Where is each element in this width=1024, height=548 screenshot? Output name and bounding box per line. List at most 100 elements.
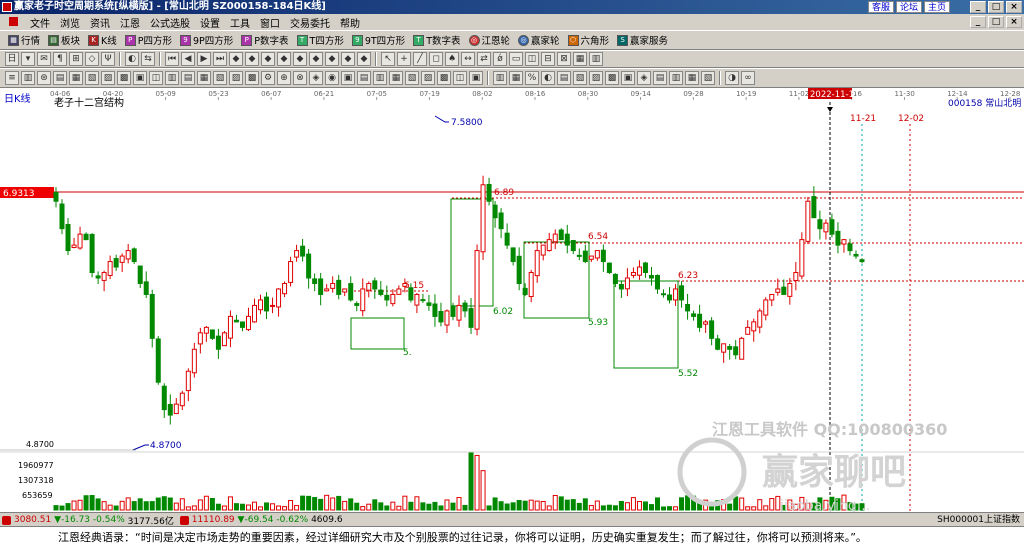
- tool-icon[interactable]: ▧: [701, 71, 715, 85]
- mdi-minimize-button[interactable]: _: [970, 16, 986, 28]
- tool-icon[interactable]: ▥: [165, 71, 179, 85]
- tb-hexagon[interactable]: ⬡ 六角形: [564, 32, 614, 48]
- tb-quotes[interactable]: ▦ 行情: [4, 32, 44, 48]
- tool-icon[interactable]: ◑: [725, 71, 739, 85]
- tool-icon[interactable]: ▧: [213, 71, 227, 85]
- prev-icon[interactable]: ◀: [181, 52, 195, 66]
- tool-icon[interactable]: ✉: [37, 52, 51, 66]
- tool-icon[interactable]: ↔: [461, 52, 475, 66]
- tool-icon[interactable]: ◆: [277, 52, 291, 66]
- tb-t-table[interactable]: T T数字表: [409, 32, 464, 48]
- tool-icon[interactable]: ▦: [389, 71, 403, 85]
- menu-trade[interactable]: 交易委托: [285, 15, 335, 30]
- link-forum[interactable]: 论坛: [895, 1, 922, 13]
- tb-p-square[interactable]: P P四方形: [121, 32, 176, 48]
- menu-formula[interactable]: 公式选股: [145, 15, 195, 30]
- tool-icon[interactable]: ◈: [637, 71, 651, 85]
- tool-icon[interactable]: ◆: [245, 52, 259, 66]
- tool-icon[interactable]: ◐: [125, 52, 139, 66]
- menu-help[interactable]: 帮助: [335, 15, 365, 30]
- tool-icon[interactable]: ǿ: [493, 52, 507, 66]
- tool-icon[interactable]: ▣: [133, 71, 147, 85]
- tb-winner-wheel[interactable]: ◎ 赢家轮: [514, 32, 564, 48]
- tool-icon[interactable]: ⇆: [141, 52, 155, 66]
- tool-icon[interactable]: ◆: [325, 52, 339, 66]
- tool-icon[interactable]: ▭: [509, 52, 523, 66]
- menu-app-icon[interactable]: [4, 16, 25, 28]
- tool-icon[interactable]: ⊛: [37, 71, 51, 85]
- tool-icon[interactable]: ▥: [669, 71, 683, 85]
- tool-icon[interactable]: ▥: [21, 71, 35, 85]
- menu-file[interactable]: 文件: [25, 15, 55, 30]
- tool-icon[interactable]: ▤: [557, 71, 571, 85]
- link-home[interactable]: 主页: [923, 1, 950, 13]
- tb-9p-square[interactable]: 9 9P四方形: [176, 32, 237, 48]
- tool-icon[interactable]: ▤: [53, 71, 67, 85]
- pointer-icon[interactable]: ↖: [381, 52, 395, 66]
- tool-icon[interactable]: ≡: [5, 71, 19, 85]
- tool-icon[interactable]: ▤: [357, 71, 371, 85]
- tool-icon[interactable]: ⚙: [261, 71, 275, 85]
- tool-icon[interactable]: ▧: [573, 71, 587, 85]
- tool-icon[interactable]: ◻: [429, 52, 443, 66]
- tool-icon[interactable]: ▥: [589, 52, 603, 66]
- tool-icon[interactable]: ◆: [293, 52, 307, 66]
- kline-chart[interactable]: 04-06 04-20 05-09 05-23 06-07 06-21 07-05 07-19…: [0, 88, 1024, 512]
- mdi-close-button[interactable]: ×: [1006, 16, 1022, 28]
- tool-icon[interactable]: ▦: [685, 71, 699, 85]
- tool-icon[interactable]: ▤: [181, 71, 195, 85]
- menu-browse[interactable]: 浏览: [55, 15, 85, 30]
- tool-icon[interactable]: ▧: [405, 71, 419, 85]
- period-dropdown[interactable]: 日: [5, 52, 19, 66]
- last-icon[interactable]: ⏭: [213, 52, 227, 66]
- tool-icon[interactable]: ◫: [453, 71, 467, 85]
- tool-icon[interactable]: ◐: [541, 71, 555, 85]
- menu-tools[interactable]: 工具: [225, 15, 255, 30]
- menu-settings[interactable]: 设置: [195, 15, 225, 30]
- tool-icon[interactable]: ▤: [653, 71, 667, 85]
- status-index-name[interactable]: SH000001上证指数: [937, 514, 1020, 526]
- tool-icon[interactable]: ◆: [357, 52, 371, 66]
- kline-chart-panel[interactable]: 04-06 04-20 05-09 05-23 06-07 06-21 07-05 07-19…: [0, 88, 1024, 512]
- tool-icon[interactable]: ⊠: [557, 52, 571, 66]
- first-icon[interactable]: ⏮: [165, 52, 179, 66]
- tb-service[interactable]: S 赢家服务: [613, 32, 672, 48]
- tool-icon[interactable]: ▣: [341, 71, 355, 85]
- tool-icon[interactable]: ▣: [469, 71, 483, 85]
- crosshair-icon[interactable]: +: [397, 52, 411, 66]
- maximize-button[interactable]: □: [988, 1, 1004, 13]
- menu-info[interactable]: 资讯: [85, 15, 115, 30]
- tool-icon[interactable]: ◆: [261, 52, 275, 66]
- tool-icon[interactable]: ▧: [85, 71, 99, 85]
- next-icon[interactable]: ▶: [197, 52, 211, 66]
- link-support[interactable]: 客服: [867, 1, 894, 13]
- tool-icon[interactable]: ¶: [53, 52, 67, 66]
- line-tool-icon[interactable]: ╱: [413, 52, 427, 66]
- tool-icon[interactable]: ◆: [229, 52, 243, 66]
- tb-sectors[interactable]: ▤ 板块: [44, 32, 84, 48]
- tool-icon[interactable]: ♠: [445, 52, 459, 66]
- tool-icon[interactable]: ▨: [589, 71, 603, 85]
- tool-icon[interactable]: ◆: [341, 52, 355, 66]
- tool-icon[interactable]: ▩: [117, 71, 131, 85]
- tool-icon[interactable]: ▦: [197, 71, 211, 85]
- tool-icon[interactable]: %: [525, 71, 539, 85]
- tool-icon[interactable]: ⊟: [541, 52, 555, 66]
- tool-icon[interactable]: ▨: [421, 71, 435, 85]
- menu-window[interactable]: 窗口: [255, 15, 285, 30]
- tool-icon[interactable]: ⊕: [277, 71, 291, 85]
- tool-icon[interactable]: ◉: [325, 71, 339, 85]
- tb-kline[interactable]: K K线: [84, 32, 121, 48]
- tool-icon[interactable]: ∞: [741, 71, 755, 85]
- tool-icon[interactable]: ▨: [229, 71, 243, 85]
- mdi-restore-button[interactable]: □: [988, 16, 1004, 28]
- tool-icon[interactable]: ⊗: [293, 71, 307, 85]
- tool-icon[interactable]: ◆: [309, 52, 323, 66]
- tool-icon[interactable]: ▥: [493, 71, 507, 85]
- tool-icon[interactable]: ⊞: [69, 52, 83, 66]
- tool-icon[interactable]: ▩: [245, 71, 259, 85]
- tool-icon[interactable]: ◇: [85, 52, 99, 66]
- tool-icon[interactable]: ▦: [509, 71, 523, 85]
- tool-icon[interactable]: ▥: [373, 71, 387, 85]
- tool-icon[interactable]: ▣: [621, 71, 635, 85]
